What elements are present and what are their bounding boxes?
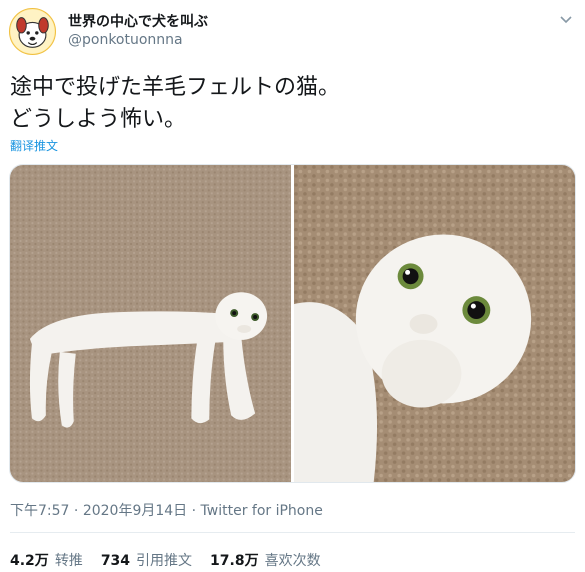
like-label: 喜欢次数 bbox=[264, 553, 321, 569]
meta-separator: · bbox=[73, 503, 83, 519]
quote-label: 引用推文 bbox=[136, 553, 193, 569]
felt-cat-face-closeup-icon bbox=[294, 165, 575, 482]
media-grid bbox=[9, 164, 576, 483]
meta-separator: · bbox=[191, 503, 201, 519]
retweet-count-value: 4.2万 bbox=[10, 553, 49, 569]
like-count-value: 17.8万 bbox=[210, 553, 259, 569]
like-count[interactable]: 17.8万 喜欢次数 bbox=[210, 550, 321, 570]
quote-count[interactable]: 734 引用推文 bbox=[101, 550, 192, 570]
chevron-down-icon[interactable] bbox=[557, 10, 575, 28]
display-name[interactable]: 世界の中心で犬を叫ぶ bbox=[68, 11, 208, 31]
photo-right[interactable] bbox=[294, 165, 575, 482]
tweet-time[interactable]: 下午7:57 bbox=[10, 503, 69, 519]
photo-left[interactable] bbox=[10, 165, 291, 482]
retweet-label: 转推 bbox=[54, 553, 83, 569]
handle[interactable]: @ponkotuonnna bbox=[68, 32, 183, 48]
tweet-date[interactable]: 2020年9月14日 bbox=[83, 503, 187, 519]
felt-cat-full-body-icon bbox=[10, 165, 291, 482]
tweet-text: 途中で投げた羊毛フェルトの猫。 どうしよう怖い。 bbox=[10, 75, 341, 132]
quote-count-value: 734 bbox=[100, 553, 131, 569]
tweet-timestamp: 下午7:57 · 2020年9月14日 · Twitter for iPhone bbox=[10, 500, 323, 520]
retweet-count[interactable]: 4.2万 转推 bbox=[10, 550, 83, 570]
translate-tweet-link[interactable]: 翻译推文 bbox=[10, 137, 58, 154]
tweet-card: 世界の中心で犬を叫ぶ @ponkotuonnna 途中で投げた羊毛フェルトの猫。… bbox=[0, 0, 585, 572]
dog-avatar-icon bbox=[10, 9, 55, 54]
divider bbox=[10, 532, 575, 533]
tweet-source-link[interactable]: Twitter for iPhone bbox=[201, 503, 323, 519]
engagement-stats: 4.2万 转推 734 引用推文 17.8万 喜欢次数 bbox=[10, 550, 321, 570]
avatar[interactable] bbox=[9, 8, 56, 55]
